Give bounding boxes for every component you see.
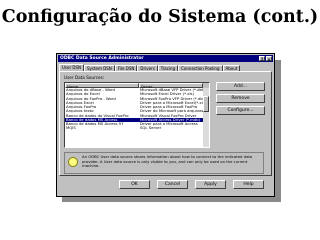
remove-button[interactable]: Remove	[216, 94, 265, 103]
data-source-name: MQIS	[66, 126, 76, 131]
ok-button[interactable]: OK	[119, 180, 150, 189]
data-sources-list[interactable]: Name Driver Arquivos do dBase - Word Micr…	[64, 82, 210, 148]
info-text: An ODBC User data source stores informat…	[82, 154, 253, 169]
close-title-button[interactable]: ×	[266, 56, 272, 62]
user-data-sources-label: User Data Sources:	[64, 75, 105, 80]
configure-button[interactable]: Configure...	[216, 106, 265, 115]
info-box: An ODBC User data source stores informat…	[64, 152, 264, 174]
cancel-button[interactable]: Cancel	[157, 180, 188, 189]
odbc-dialog: ODBC Data Source Administrator ? × User …	[56, 53, 275, 197]
help-title-button[interactable]: ?	[259, 56, 265, 62]
scrollbar-thumb[interactable]	[203, 96, 209, 112]
tab-panel: User Data Sources: Name Driver Arquivos …	[59, 71, 272, 176]
data-source-driver: SQL Server	[140, 126, 162, 131]
dialog-titlebar: ODBC Data Source Administrator ? ×	[58, 55, 273, 62]
odbc-info-icon	[68, 157, 78, 167]
apply-button[interactable]: Apply	[195, 180, 226, 189]
dialog-title: ODBC Data Source Administrator	[60, 56, 144, 61]
list-item[interactable]: MQIS SQL Server	[65, 126, 209, 130]
list-scrollbar[interactable]	[203, 88, 209, 147]
slide-title: Configuração do Sistema (cont.)	[1, 7, 319, 27]
slide: Configuração do Sistema (cont.) ODBC Dat…	[0, 0, 320, 240]
help-button[interactable]: Help	[233, 180, 264, 189]
titlebar-buttons: ? ×	[259, 56, 272, 62]
list-rows: Arquivos do dBase - Word Microsoft dBase …	[65, 88, 209, 131]
tab-strip: User DSN System DSN File DSN Drivers Tra…	[59, 64, 241, 72]
add-button[interactable]: Add...	[216, 82, 265, 91]
